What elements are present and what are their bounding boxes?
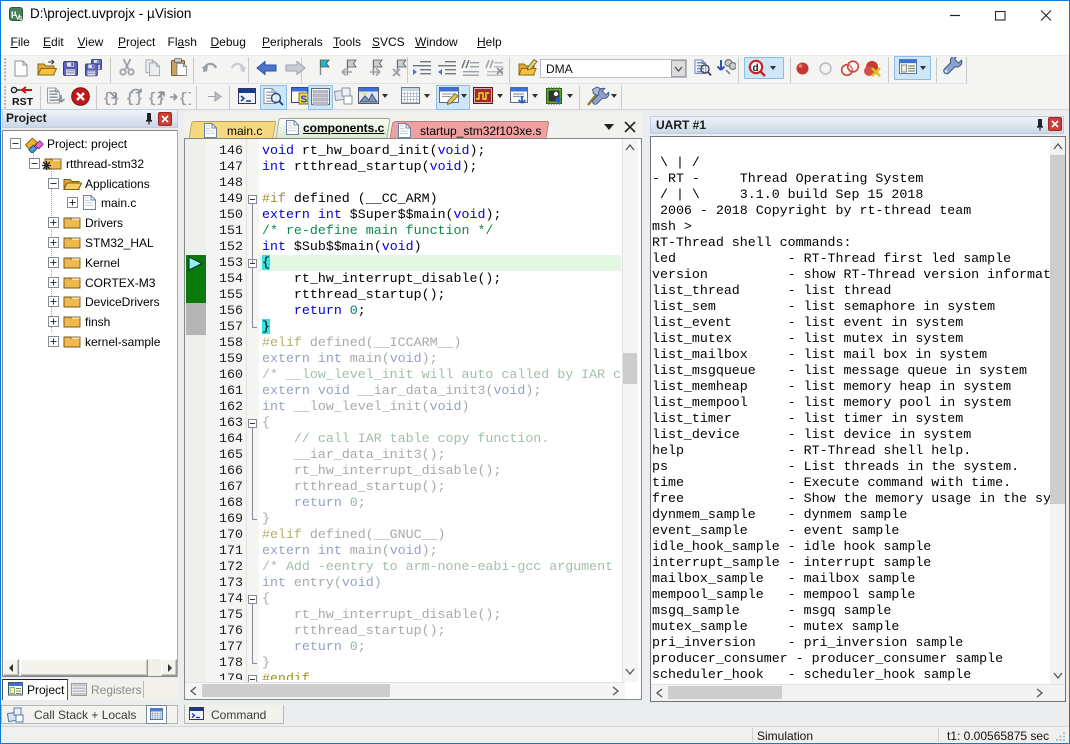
svg-text:{}: {} <box>126 91 143 107</box>
svg-text:5: 5 <box>19 16 22 21</box>
svg-text:RST: RST <box>12 96 34 108</box>
svg-text:d: d <box>753 63 759 74</box>
svg-text:S: S <box>301 95 308 106</box>
svg-text:{}: {} <box>179 91 191 107</box>
